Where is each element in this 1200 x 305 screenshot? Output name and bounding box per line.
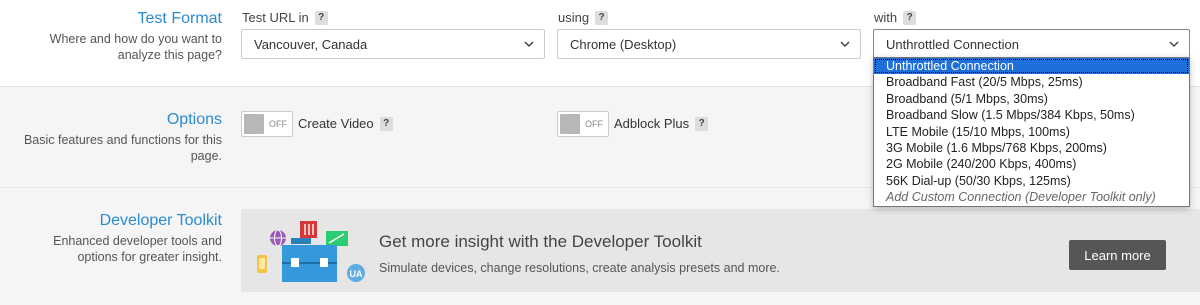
options-title: Options	[166, 111, 222, 128]
test-format-title: Test Format	[137, 10, 222, 27]
create-video-help-icon[interactable]: ?	[379, 116, 393, 131]
promo-title: Get more insight with the Developer Tool…	[379, 232, 702, 251]
create-video-label-group: Create Video ?	[298, 116, 393, 131]
equalizer-icon	[300, 221, 317, 238]
browser-label: using	[558, 10, 590, 25]
location-label-group: Test URL in ?	[242, 10, 328, 25]
chevron-down-icon	[524, 39, 534, 49]
create-video-toggle[interactable]: OFF	[241, 111, 293, 137]
location-label: Test URL in	[242, 10, 309, 25]
connection-select-value: Unthrottled Connection	[886, 36, 1019, 52]
developer-toolkit-promo: UA Get more insight with the Developer T…	[241, 209, 1200, 292]
adblock-label[interactable]: Adblock Plus	[614, 116, 689, 131]
developer-toolkit-illustration: UA	[257, 221, 365, 282]
connection-option[interactable]: Unthrottled Connection	[874, 58, 1189, 75]
connection-option[interactable]: Broadband Fast (20/5 Mbps, 25ms)	[874, 74, 1189, 90]
connection-label-group: with ?	[874, 10, 917, 25]
connection-label: with	[874, 10, 898, 25]
options-description: Basic features and functions for this pa…	[23, 133, 222, 163]
ua-badge-icon: UA	[347, 264, 365, 282]
developer-toolkit-title: Developer Toolkit	[99, 212, 222, 229]
browser-select[interactable]: Chrome (Desktop)	[557, 29, 861, 59]
browser-help-icon[interactable]: ?	[595, 10, 609, 25]
promo-subtitle: Simulate devices, change resolutions, cr…	[379, 261, 780, 275]
toggle-state-text: OFF	[269, 119, 287, 129]
connection-option[interactable]: 3G Mobile (1.6 Mbps/768 Kbps, 200ms)	[874, 140, 1189, 156]
chevron-down-icon	[1169, 39, 1179, 49]
toggle-knob	[244, 114, 264, 134]
connection-option[interactable]: 56K Dial-up (50/30 Kbps, 125ms)	[874, 173, 1189, 189]
phone-icon	[257, 255, 267, 273]
developer-toolkit-heading: Developer Toolkit Enhanced developer too…	[0, 212, 222, 265]
learn-more-button[interactable]: Learn more	[1069, 240, 1166, 270]
add-custom-connection-option[interactable]: Add Custom Connection (Developer Toolkit…	[874, 189, 1189, 205]
test-format-heading: Test Format Where and how do you want to…	[2, 10, 222, 63]
globe-icon	[270, 229, 286, 247]
browser-label-group: using ?	[558, 10, 609, 25]
connection-dropdown-list: Unthrottled Connection Broadband Fast (2…	[873, 57, 1190, 207]
connection-select[interactable]: Unthrottled Connection	[873, 29, 1190, 59]
connection-option[interactable]: LTE Mobile (15/10 Mbps, 100ms)	[874, 124, 1189, 140]
test-format-description: Where and how do you want to analyze thi…	[49, 32, 222, 62]
create-video-label[interactable]: Create Video	[298, 116, 374, 131]
adblock-label-group: Adblock Plus ?	[614, 116, 709, 131]
connection-option[interactable]: Broadband (5/1 Mbps, 30ms)	[874, 91, 1189, 107]
chart-card-icon	[326, 231, 348, 246]
connection-option[interactable]: Broadband Slow (1.5 Mbps/384 Kbps, 50ms)	[874, 107, 1189, 123]
toggle-state-text: OFF	[585, 119, 603, 129]
browser-select-value: Chrome (Desktop)	[570, 36, 677, 52]
location-help-icon[interactable]: ?	[314, 10, 328, 25]
toggle-knob	[560, 114, 580, 134]
ua-badge-text: UA	[350, 269, 363, 279]
location-select-value: Vancouver, Canada	[254, 36, 368, 52]
chevron-down-icon	[840, 39, 850, 49]
adblock-toggle[interactable]: OFF	[557, 111, 609, 137]
developer-toolkit-description: Enhanced developer tools and options for…	[53, 234, 222, 264]
adblock-help-icon[interactable]: ?	[695, 116, 709, 131]
options-heading: Options Basic features and functions for…	[0, 111, 222, 164]
connection-help-icon[interactable]: ?	[903, 10, 917, 25]
location-select[interactable]: Vancouver, Canada	[241, 29, 545, 59]
connection-option[interactable]: 2G Mobile (240/200 Kbps, 400ms)	[874, 156, 1189, 172]
